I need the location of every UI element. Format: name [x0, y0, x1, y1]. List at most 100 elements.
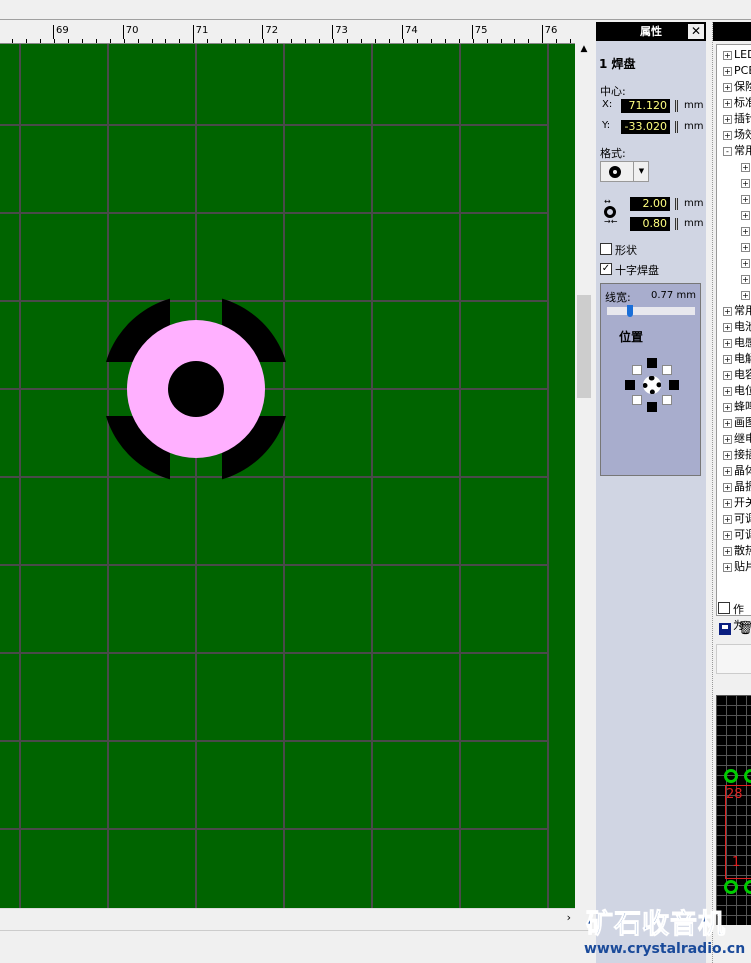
tree-item[interactable]: +散热	[723, 543, 751, 559]
as-checkbox[interactable]	[718, 602, 730, 614]
tree-item[interactable]: +贴片	[723, 559, 751, 575]
tree-item[interactable]: +LED	[723, 47, 751, 63]
tree-item[interactable]: +电位	[723, 383, 751, 399]
tree-item[interactable]: +电感	[723, 335, 751, 351]
thermal-pad[interactable]	[102, 295, 290, 483]
expand-icon[interactable]: +	[723, 450, 732, 460]
y-input[interactable]: -33.020	[621, 120, 670, 134]
tree-item[interactable]: +接插	[723, 447, 751, 463]
expand-icon[interactable]: +	[723, 66, 732, 76]
ruler-label: 76	[541, 25, 557, 39]
tree-item[interactable]: +	[741, 271, 751, 287]
expand-icon[interactable]: +	[723, 354, 732, 364]
expand-icon[interactable]: +	[723, 82, 732, 92]
expand-icon[interactable]: +	[723, 322, 732, 332]
expand-icon[interactable]: +	[723, 50, 732, 60]
position-topright-button[interactable]	[662, 365, 672, 375]
tree-item[interactable]: +晶体	[723, 463, 751, 479]
expand-icon[interactable]: +	[741, 194, 750, 204]
expand-icon[interactable]: +	[723, 386, 732, 396]
expand-icon[interactable]: +	[741, 274, 750, 284]
hole-diameter-spinner[interactable]	[675, 218, 678, 230]
ruler-tick	[528, 39, 530, 43]
expand-icon[interactable]: +	[741, 258, 750, 268]
expand-icon[interactable]: +	[723, 434, 732, 444]
tree-item[interactable]: +开关	[723, 495, 751, 511]
expand-icon[interactable]: +	[723, 546, 732, 556]
expand-icon[interactable]: +	[741, 210, 750, 220]
expand-icon[interactable]: +	[741, 242, 750, 252]
tree-item[interactable]: +常用	[723, 303, 751, 319]
tree-item[interactable]: +	[741, 207, 751, 223]
shape-checkbox[interactable]	[600, 243, 612, 255]
expand-icon[interactable]: +	[741, 290, 750, 300]
tree-item[interactable]: +电解	[723, 351, 751, 367]
collapse-icon[interactable]: -	[723, 146, 732, 156]
expand-icon[interactable]: +	[723, 482, 732, 492]
library-tree[interactable]: +LED+PCB+保险+标准+插针+场效-常用++++++++++常用+电池+电…	[716, 44, 751, 616]
position-right-button[interactable]	[669, 380, 679, 390]
expand-icon[interactable]: +	[723, 130, 732, 140]
expand-icon[interactable]: +	[723, 514, 732, 524]
vertical-scrollbar[interactable]: ▲	[575, 44, 593, 908]
tree-item[interactable]: +继电	[723, 431, 751, 447]
pcb-canvas[interactable]	[0, 44, 575, 908]
tree-item[interactable]: +可调	[723, 511, 751, 527]
expand-icon[interactable]: +	[723, 562, 732, 572]
horizontal-scrollbar[interactable]: ›	[0, 908, 575, 928]
tree-item[interactable]: +插针	[723, 111, 751, 127]
linewidth-slider[interactable]	[607, 307, 695, 315]
expand-icon[interactable]: +	[723, 114, 732, 124]
y-spinner[interactable]	[675, 121, 678, 133]
linewidth-slider-thumb[interactable]	[627, 305, 634, 317]
tree-item[interactable]: +	[741, 223, 751, 239]
delete-icon[interactable]: 🗑	[737, 621, 751, 636]
position-left-button[interactable]	[625, 380, 635, 390]
expand-icon[interactable]: +	[723, 418, 732, 428]
x-input[interactable]: 71.120	[621, 99, 670, 113]
tree-item[interactable]: +蜂鸣	[723, 399, 751, 415]
position-selector[interactable]	[623, 356, 683, 416]
position-topleft-button[interactable]	[632, 365, 642, 375]
tree-item[interactable]: +标准	[723, 95, 751, 111]
tree-item[interactable]: +	[741, 191, 751, 207]
tree-item[interactable]: -常用	[723, 143, 751, 159]
expand-icon[interactable]: +	[741, 162, 750, 172]
tree-item[interactable]: +画图	[723, 415, 751, 431]
expand-icon[interactable]: +	[723, 402, 732, 412]
position-bottomright-button[interactable]	[662, 395, 672, 405]
tree-item[interactable]: +电池	[723, 319, 751, 335]
tree-item[interactable]: +保险	[723, 79, 751, 95]
expand-icon[interactable]: +	[723, 466, 732, 476]
save-icon[interactable]	[719, 623, 731, 635]
tree-item[interactable]: +	[741, 287, 751, 303]
outer-diameter-spinner[interactable]	[675, 198, 678, 210]
tree-item[interactable]: +晶振	[723, 479, 751, 495]
tree-item[interactable]: +	[741, 255, 751, 271]
close-button[interactable]: ✕	[688, 24, 704, 39]
tree-item[interactable]: +	[741, 159, 751, 175]
expand-icon[interactable]: +	[741, 226, 750, 236]
tree-item[interactable]: +可调	[723, 527, 751, 543]
expand-icon[interactable]: +	[723, 338, 732, 348]
tree-item[interactable]: +PCB	[723, 63, 751, 79]
expand-icon[interactable]: +	[723, 498, 732, 508]
vertical-scroll-thumb[interactable]	[577, 295, 591, 398]
format-dropdown[interactable]: ▼	[600, 161, 649, 182]
thermal-checkbox[interactable]: ✓	[600, 263, 612, 275]
expand-icon[interactable]: +	[723, 98, 732, 108]
x-spinner[interactable]	[675, 100, 678, 112]
position-bottom-button[interactable]	[647, 402, 657, 412]
position-bottomleft-button[interactable]	[632, 395, 642, 405]
expand-icon[interactable]: +	[723, 370, 732, 380]
tree-item[interactable]: +场效	[723, 127, 751, 143]
expand-icon[interactable]: +	[741, 178, 750, 188]
position-top-button[interactable]	[647, 358, 657, 368]
tree-item[interactable]: +	[741, 239, 751, 255]
tree-item[interactable]: +电容	[723, 367, 751, 383]
tree-item[interactable]: +	[741, 175, 751, 191]
expand-icon[interactable]: +	[723, 530, 732, 540]
hole-diameter-input[interactable]: 0.80	[630, 217, 670, 231]
expand-icon[interactable]: +	[723, 306, 732, 316]
outer-diameter-input[interactable]: 2.00	[630, 197, 670, 211]
